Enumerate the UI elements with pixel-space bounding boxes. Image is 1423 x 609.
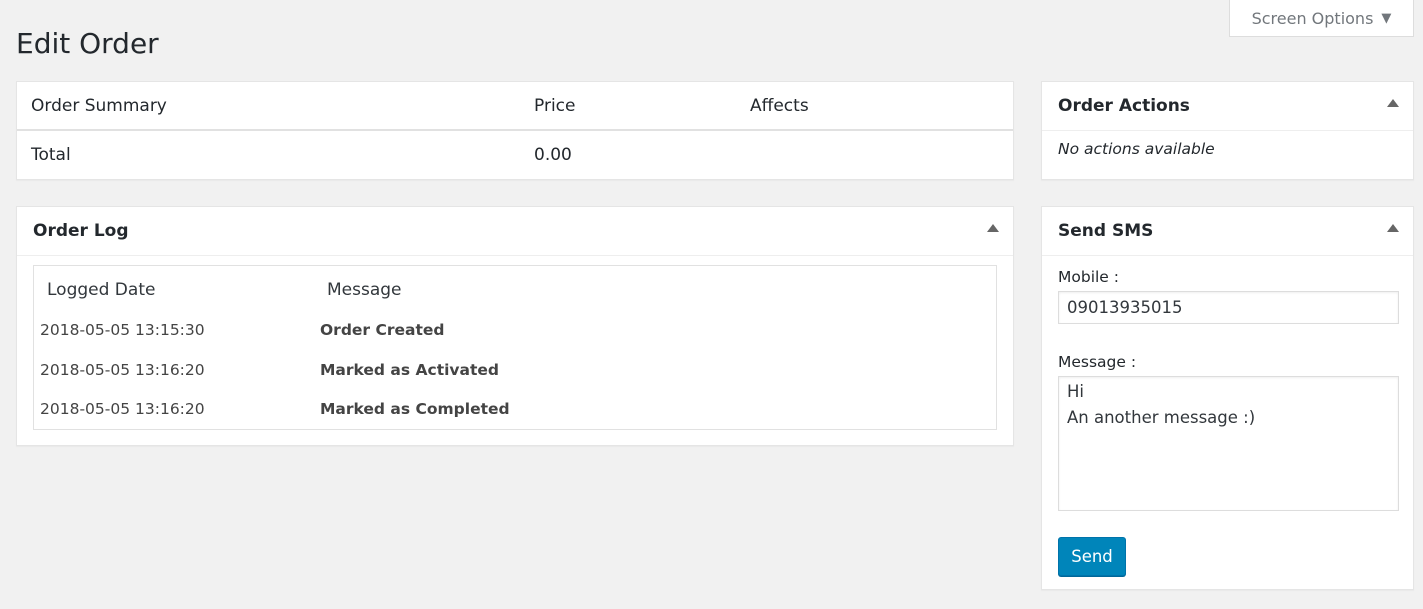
table-row: 2018-05-05 13:16:20 Marked as Activated [34,351,996,391]
summary-header-price: Price [534,96,576,116]
table-row: 2018-05-05 13:16:20 Marked as Completed [34,390,996,430]
screen-options-button[interactable]: Screen Options ▼ [1229,0,1414,37]
order-log-box: Order Log Logged Date Message 2018-05-05… [16,206,1014,446]
log-date: 2018-05-05 13:16:20 [40,400,205,418]
screen-options-label: Screen Options [1251,8,1374,28]
log-header-message: Message [327,280,402,300]
order-summary-table: Order Summary Price Affects Total 0.00 [16,81,1014,180]
table-row: 2018-05-05 13:15:30 Order Created [34,311,996,351]
mobile-label: Mobile : [1058,268,1119,286]
order-log-title: Order Log [33,221,129,241]
send-sms-header[interactable]: Send SMS [1042,207,1413,256]
send-sms-box: Send SMS Mobile : Message : Hi An anothe… [1041,206,1414,590]
collapse-toggle-icon[interactable] [987,224,999,232]
send-button[interactable]: Send [1058,537,1126,576]
summary-total-row: Total 0.00 [17,131,1013,180]
order-actions-box: Order Actions No actions available [1041,81,1414,180]
order-actions-header[interactable]: Order Actions [1042,82,1413,131]
summary-total-label: Total [31,145,71,165]
log-header-date: Logged Date [47,280,156,300]
log-date: 2018-05-05 13:15:30 [40,321,205,339]
message-label: Message : [1058,353,1137,371]
collapse-toggle-icon[interactable] [1387,224,1399,232]
log-header-row: Logged Date Message [34,266,996,311]
log-message: Marked as Completed [320,400,510,418]
log-message: Marked as Activated [320,360,499,379]
caret-down-icon: ▼ [1381,10,1392,26]
order-log-table: Logged Date Message 2018-05-05 13:15:30 … [33,265,997,430]
mobile-input[interactable] [1058,291,1399,324]
log-date: 2018-05-05 13:16:20 [40,360,205,379]
message-textarea[interactable]: Hi An another message :) [1058,376,1399,511]
send-sms-title: Send SMS [1058,221,1154,241]
order-actions-title: Order Actions [1058,96,1190,116]
no-actions-text: No actions available [1058,140,1215,158]
page-title: Edit Order [16,27,159,60]
summary-total-price: 0.00 [534,145,572,165]
summary-header-name: Order Summary [31,96,167,116]
log-message: Order Created [320,321,445,339]
summary-header-row: Order Summary Price Affects [17,82,1013,131]
collapse-toggle-icon[interactable] [1387,99,1399,107]
order-log-header[interactable]: Order Log [17,207,1013,256]
summary-header-affects: Affects [750,96,809,116]
